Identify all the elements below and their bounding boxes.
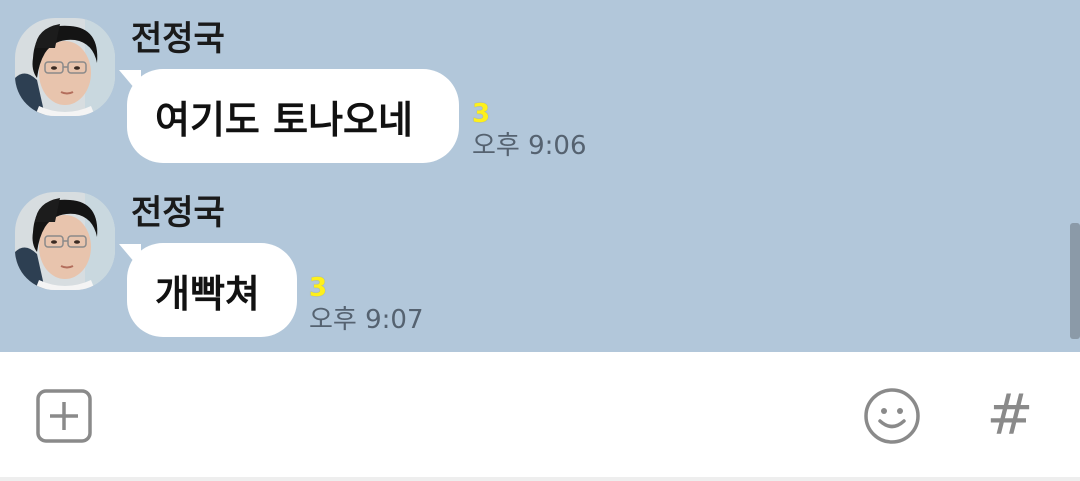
profile-photo-icon <box>15 18 115 116</box>
unread-count: 3 <box>309 273 328 303</box>
sender-name[interactable]: 전정국 <box>131 190 225 236</box>
smiley-icon <box>864 388 920 444</box>
message-time: 오후 9:06 <box>472 131 587 161</box>
message-row: 전정국 여기도 토나오네 3 오후 9:06 <box>0 0 1080 174</box>
sender-name[interactable]: 전정국 <box>131 16 225 62</box>
bottom-divider <box>0 477 1080 481</box>
avatar[interactable] <box>15 192 115 290</box>
message-time: 오후 9:07 <box>309 305 424 335</box>
scrollbar[interactable] <box>1070 223 1080 339</box>
chat-screen: 전정국 여기도 토나오네 3 오후 9:06 전정국 개빡쳐 3 오후 9:07… <box>0 0 1080 481</box>
avatar[interactable] <box>15 18 115 116</box>
hashtag-button[interactable]: # <box>980 386 1040 446</box>
unread-count: 3 <box>472 99 491 129</box>
message-row: 전정국 개빡쳐 3 오후 9:07 <box>0 174 1080 348</box>
profile-photo-icon <box>15 192 115 290</box>
chat-message-area[interactable]: 전정국 여기도 토나오네 3 오후 9:06 전정국 개빡쳐 3 오후 9:07 <box>0 0 1080 352</box>
emoji-button[interactable] <box>860 384 924 448</box>
add-button[interactable] <box>33 386 95 446</box>
hashtag-icon: # <box>986 383 1034 448</box>
message-bubble[interactable]: 여기도 토나오네 <box>127 69 459 163</box>
message-bubble[interactable]: 개빡쳐 <box>127 243 297 337</box>
plus-square-icon <box>36 389 92 443</box>
message-input-bar: # <box>0 352 1080 477</box>
